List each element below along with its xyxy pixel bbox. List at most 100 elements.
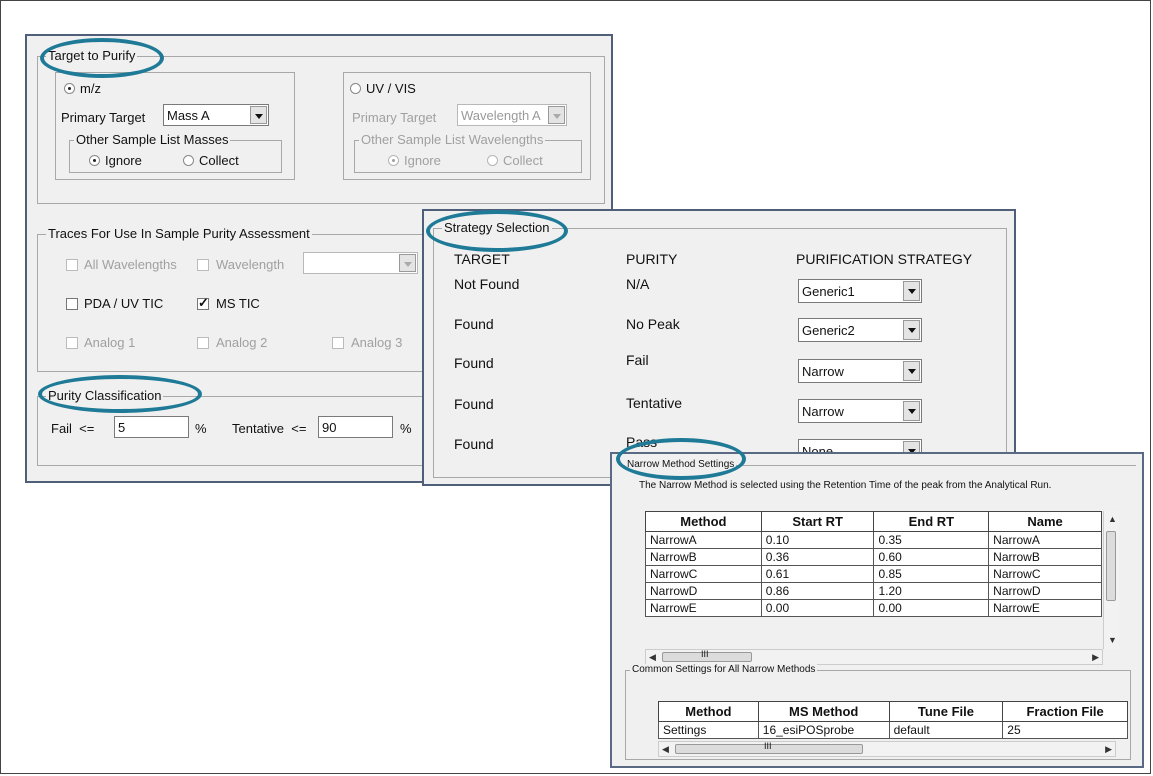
row3-strategy-select[interactable]: Narrow bbox=[798, 359, 922, 383]
table-cell[interactable]: 0.86 bbox=[760, 582, 875, 600]
narrow-methods-table[interactable]: Method Start RT End RT Name NarrowA 0.10 0.35… bbox=[645, 511, 1102, 617]
chevron-down-icon[interactable] bbox=[250, 106, 267, 124]
table-cell[interactable]: 25 bbox=[1002, 721, 1128, 739]
common-table-horizontal-scrollbar[interactable]: ◀ III ▶ bbox=[658, 741, 1116, 757]
pda-uv-tic-label: PDA / UV TIC bbox=[84, 296, 164, 311]
table-cell[interactable]: NarrowA bbox=[645, 531, 762, 549]
collect-masses-label: Collect bbox=[199, 153, 239, 168]
narrow-column-header[interactable]: End RT bbox=[873, 511, 990, 532]
scroll-right-icon[interactable]: ▶ bbox=[1105, 744, 1112, 754]
chevron-down-icon[interactable] bbox=[399, 254, 416, 272]
table-cell[interactable]: 0.00 bbox=[760, 599, 875, 617]
row4-strategy-value: Narrow bbox=[802, 404, 844, 419]
table-cell[interactable]: 0.85 bbox=[873, 565, 990, 583]
scroll-right-icon[interactable]: ▶ bbox=[1092, 652, 1099, 662]
table-row[interactable]: Settings 16_esiPOSprobe default 25 bbox=[658, 721, 1128, 739]
row2-strategy-value: Generic2 bbox=[802, 323, 855, 338]
chevron-down-icon[interactable] bbox=[903, 361, 920, 381]
pda-uv-tic-checkbox[interactable] bbox=[66, 298, 78, 310]
mz-primary-target-value: Mass A bbox=[167, 108, 210, 123]
table-row[interactable]: NarrowB 0.36 0.60 NarrowB bbox=[645, 548, 1102, 566]
common-column-header[interactable]: Method bbox=[658, 701, 759, 722]
common-column-header[interactable]: Tune File bbox=[888, 701, 1004, 722]
table-cell[interactable]: NarrowB bbox=[645, 548, 762, 566]
common-settings-table[interactable]: Method MS Method Tune File Fraction File Se… bbox=[658, 701, 1128, 739]
mz-primary-target-select[interactable]: Mass A bbox=[163, 104, 269, 126]
narrow-table-vertical-scrollbar[interactable]: ▲ ▼ bbox=[1103, 511, 1119, 649]
row3-purity: Fail bbox=[626, 352, 649, 368]
scroll-down-icon[interactable]: ▼ bbox=[1108, 635, 1117, 645]
common-column-header[interactable]: Fraction File bbox=[1002, 701, 1128, 722]
narrow-table-horizontal-scrollbar[interactable]: ◀ III ▶ bbox=[645, 649, 1103, 665]
all-wavelengths-label: All Wavelengths bbox=[84, 257, 177, 272]
table-cell[interactable]: NarrowE bbox=[988, 599, 1102, 617]
narrow-column-header[interactable]: Start RT bbox=[760, 511, 875, 532]
table-cell[interactable]: 0.35 bbox=[873, 531, 990, 549]
horizontal-scroll-thumb[interactable]: III bbox=[662, 649, 752, 662]
chevron-down-icon[interactable] bbox=[903, 401, 920, 421]
common-settings-title: Common Settings for All Narrow Methods bbox=[630, 664, 818, 676]
ignore-masses-radio[interactable] bbox=[89, 155, 100, 166]
horizontal-scroll-thumb[interactable]: III bbox=[675, 741, 863, 754]
table-cell[interactable]: NarrowD bbox=[645, 582, 762, 600]
all-wavelengths-checkbox[interactable] bbox=[66, 259, 78, 271]
table-header-row: Method MS Method Tune File Fraction File bbox=[658, 701, 1128, 722]
tentative-threshold-input[interactable]: 90 bbox=[318, 416, 393, 438]
chevron-down-icon[interactable] bbox=[903, 320, 920, 340]
wavelength-select[interactable] bbox=[303, 252, 418, 274]
traces-title: Traces For Use In Sample Purity Assessme… bbox=[46, 226, 312, 242]
row1-strategy-select[interactable]: Generic1 bbox=[798, 279, 922, 303]
uv-primary-target-value: Wavelength A bbox=[461, 108, 541, 123]
table-cell[interactable]: 0.60 bbox=[873, 548, 990, 566]
table-cell[interactable]: Settings bbox=[658, 721, 759, 739]
highlight-ellipse-purity bbox=[38, 375, 202, 413]
common-column-header[interactable]: MS Method bbox=[757, 701, 890, 722]
wavelength-checkbox[interactable] bbox=[197, 259, 209, 271]
table-row[interactable]: NarrowC 0.61 0.85 NarrowC bbox=[645, 565, 1102, 583]
strategy-selection-group: Strategy Selection TARGET PURITY PURIFIC… bbox=[433, 220, 1007, 478]
vertical-scroll-thumb[interactable] bbox=[1106, 531, 1116, 601]
table-cell[interactable]: 0.00 bbox=[873, 599, 990, 617]
table-cell[interactable]: NarrowE bbox=[645, 599, 762, 617]
ms-tic-checkbox[interactable]: ✓ bbox=[197, 295, 209, 310]
table-row[interactable]: NarrowD 0.86 1.20 NarrowD bbox=[645, 582, 1102, 600]
chevron-down-icon[interactable] bbox=[903, 281, 920, 301]
table-cell[interactable]: default bbox=[888, 721, 1004, 739]
collect-masses-radio[interactable] bbox=[183, 155, 194, 166]
purity-column-header: PURITY bbox=[626, 251, 678, 267]
row2-strategy-select[interactable]: Generic2 bbox=[798, 318, 922, 342]
table-cell[interactable]: 1.20 bbox=[873, 582, 990, 600]
uv-vis-radio[interactable] bbox=[350, 83, 361, 94]
uv-primary-target-select[interactable]: Wavelength A bbox=[457, 104, 567, 126]
table-cell[interactable]: NarrowD bbox=[988, 582, 1102, 600]
narrow-column-header[interactable]: Method bbox=[645, 511, 762, 532]
ignore-wavelengths-radio[interactable] bbox=[388, 155, 399, 166]
table-cell[interactable]: NarrowA bbox=[988, 531, 1102, 549]
scroll-left-icon[interactable]: ◀ bbox=[649, 652, 656, 662]
table-row[interactable]: NarrowE 0.00 0.00 NarrowE bbox=[645, 599, 1102, 617]
collect-wavelengths-radio[interactable] bbox=[487, 155, 498, 166]
mz-radio[interactable] bbox=[64, 83, 75, 94]
row5-target: Found bbox=[454, 436, 494, 452]
chevron-down-icon[interactable] bbox=[548, 106, 565, 124]
table-cell[interactable]: 0.36 bbox=[760, 548, 875, 566]
table-row[interactable]: NarrowA 0.10 0.35 NarrowA bbox=[645, 531, 1102, 549]
fail-threshold-input[interactable]: 5 bbox=[114, 416, 189, 438]
table-cell[interactable]: NarrowC bbox=[645, 565, 762, 583]
scroll-left-icon[interactable]: ◀ bbox=[662, 744, 669, 754]
analog1-checkbox[interactable] bbox=[66, 337, 78, 349]
ignore-masses-label: Ignore bbox=[105, 153, 142, 168]
row4-strategy-select[interactable]: Narrow bbox=[798, 399, 922, 423]
analog2-checkbox[interactable] bbox=[197, 337, 209, 349]
collect-wavelengths-label: Collect bbox=[503, 153, 543, 168]
table-cell[interactable]: NarrowB bbox=[988, 548, 1102, 566]
scroll-up-icon[interactable]: ▲ bbox=[1108, 514, 1117, 524]
table-cell[interactable]: 16_esiPOSprobe bbox=[757, 721, 890, 739]
table-cell[interactable]: 0.61 bbox=[760, 565, 875, 583]
row2-target: Found bbox=[454, 316, 494, 332]
narrow-column-header[interactable]: Name bbox=[988, 511, 1102, 532]
table-cell[interactable]: NarrowC bbox=[988, 565, 1102, 583]
row3-target: Found bbox=[454, 355, 494, 371]
analog3-checkbox[interactable] bbox=[332, 337, 344, 349]
table-cell[interactable]: 0.10 bbox=[760, 531, 875, 549]
